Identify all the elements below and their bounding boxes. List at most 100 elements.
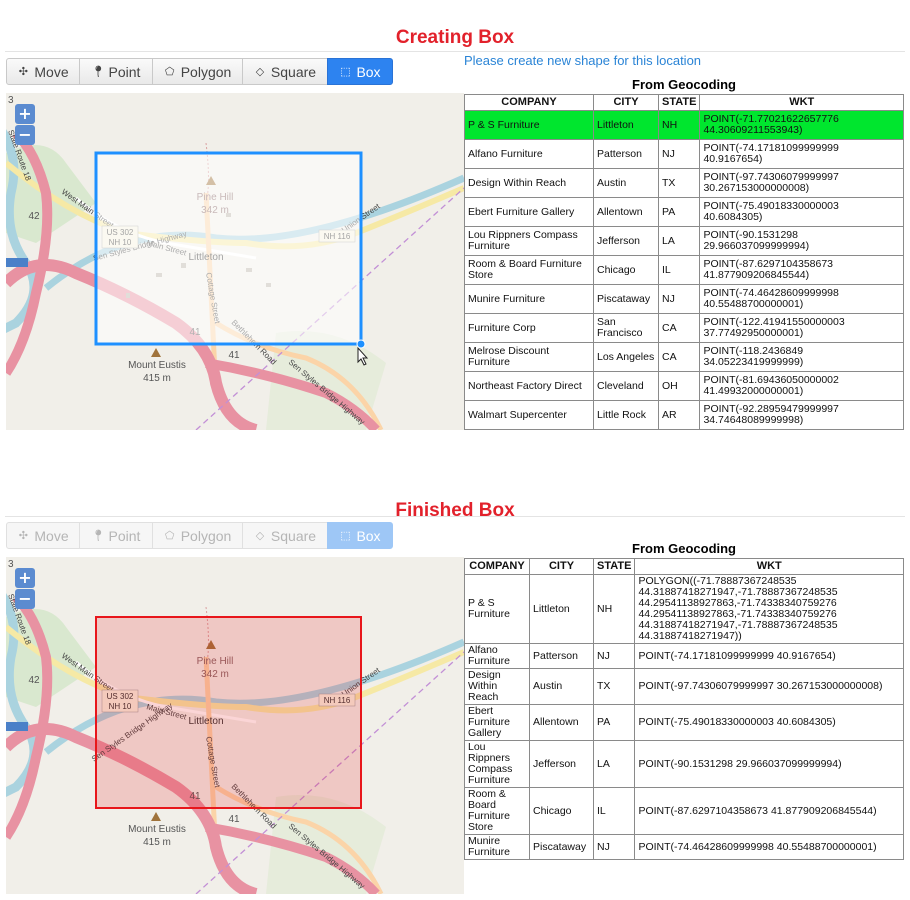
cell-company: Munire Furniture — [464, 284, 594, 314]
cell-wkt: POINT(-90.1531298 29.966037099999994) — [634, 740, 904, 788]
route-41-label-2: 41 — [228, 350, 240, 361]
col-wkt: WKT — [634, 558, 904, 575]
cell-wkt: POINT(-90.1531298 29.966037099999994) — [699, 226, 904, 256]
box-handle[interactable] — [356, 339, 366, 349]
cell-wkt: POINT(-74.17181099999999 40.9167654) — [634, 643, 904, 669]
route-3-label: 3 — [8, 95, 14, 106]
cell-city: San Francisco — [593, 313, 659, 343]
cell-city: Allentown — [593, 197, 659, 227]
cell-state: IL — [657, 255, 701, 285]
cell-city: Los Angeles — [593, 342, 659, 372]
square-icon: ◇ — [255, 66, 265, 78]
cell-city: Austin — [593, 168, 659, 198]
table-row[interactable]: Room & Board Furniture Store Chicago IL POI… — [464, 787, 904, 835]
table-row[interactable]: Design Within Reach Austin TX POINT(-97.743… — [464, 668, 904, 705]
map-view-finished[interactable]: Pine Hill 342 m Mount Eustis 415 m Littl… — [6, 557, 464, 894]
cell-state: NJ — [592, 643, 636, 669]
route-42-label: 42 — [28, 675, 40, 686]
table-row[interactable]: Ebert Furniture Gallery Allentown PA POINT(… — [464, 704, 904, 741]
col-company: COMPANY — [464, 94, 594, 111]
polygon-icon: ⬠ — [164, 66, 175, 78]
mount-eustis-label: Mount Eustis — [128, 824, 186, 835]
cell-city: Littleton — [529, 574, 594, 644]
box-button[interactable]: ⬚ Box — [327, 58, 393, 85]
cell-company: Alfano Furniture — [464, 139, 594, 169]
zoom-in-button[interactable]: + — [15, 104, 35, 124]
point-button[interactable]: 📍︎ Point — [79, 522, 153, 549]
map-tiles: Pine Hill 342 m Mount Eustis 415 m Littl… — [6, 557, 464, 894]
cell-city: Little Rock — [593, 400, 659, 430]
col-state: STATE — [592, 558, 636, 575]
cell-city: Austin — [529, 668, 594, 705]
cell-state: CA — [657, 342, 701, 372]
table-row[interactable]: Ebert Furniture Gallery Allentown PA POINT(… — [464, 197, 904, 227]
move-button[interactable]: ✣ Move — [6, 522, 80, 549]
move-button[interactable]: ✣ Move — [6, 58, 80, 85]
cell-state: NH — [592, 574, 636, 644]
divider — [5, 516, 905, 517]
zoom-out-button[interactable]: − — [15, 125, 35, 145]
cell-company: Room & Board Furniture Store — [464, 787, 530, 835]
cell-company: P & S Furniture — [464, 110, 594, 140]
table-row[interactable]: Northeast Factory Direct Cleveland OH POINT… — [464, 371, 904, 401]
point-button[interactable]: 📍︎ Point — [79, 58, 153, 85]
table-row[interactable]: Alfano Furniture Patterson NJ POINT(-74.171… — [464, 139, 904, 169]
cell-city: Littleton — [593, 110, 659, 140]
table-row[interactable]: Munire Furniture Piscataway NJ POINT(-74.46… — [464, 284, 904, 314]
route-42-label: 42 — [28, 211, 40, 222]
zoom-out-button[interactable]: − — [15, 589, 35, 609]
col-company: COMPANY — [464, 558, 530, 575]
table-row[interactable]: P & S Furniture Littleton NH POINT(-71.7702… — [464, 110, 904, 140]
square-icon: ◇ — [255, 530, 265, 542]
polygon-button[interactable]: ⬠ Polygon — [152, 58, 243, 85]
finished-box[interactable] — [95, 616, 362, 809]
table-row[interactable]: Design Within Reach Austin TX POINT(-97.743… — [464, 168, 904, 198]
cell-wkt: POINT(-74.46428609999998 40.554887000000… — [699, 284, 904, 314]
cell-city: Patterson — [593, 139, 659, 169]
mount-eustis-elevation: 415 m — [143, 837, 171, 848]
divider — [5, 51, 905, 52]
polygon-button[interactable]: ⬠ Polygon — [152, 522, 243, 549]
square-button[interactable]: ◇ Square — [242, 58, 328, 85]
cell-city: Patterson — [529, 643, 594, 669]
drawing-box[interactable] — [94, 151, 363, 346]
cell-wkt: POINT(-81.69436050000002 41.499320000000… — [699, 371, 904, 401]
col-state: STATE — [657, 94, 701, 111]
cell-city: Piscataway — [593, 284, 659, 314]
cell-wkt: POINT(-97.74306079999997 30.267153000000… — [699, 168, 904, 198]
table-row[interactable]: Alfano Furniture Patterson NJ POINT(-74.171… — [464, 643, 904, 669]
cell-company: Lou Rippners Compass Furniture — [464, 740, 530, 788]
cell-wkt: POINT(-118.2436849 34.05223419999999) — [699, 342, 904, 372]
table-row[interactable]: Munire Furniture Piscataway NJ POINT(-74.46… — [464, 834, 904, 860]
map-view[interactable]: Pine Hill 342 m Mount Eustis 415 m Littl… — [6, 93, 464, 430]
cell-wkt: POINT(-75.49018330000003 40.6084305) — [699, 197, 904, 227]
table-row[interactable]: Furniture Corp San Francisco CA POINT(-122.… — [464, 313, 904, 343]
cell-company: Room & Board Furniture Store — [464, 255, 594, 285]
table-header: COMPANY CITY STATE WKT — [464, 558, 904, 575]
table-row[interactable]: Lou Rippners Compass Furniture Jefferson L… — [464, 740, 904, 788]
cell-city: Chicago — [529, 787, 594, 835]
square-button[interactable]: ◇ Square — [242, 522, 328, 549]
cell-wkt: POINT(-92.28959479999997 34.746480899999… — [699, 400, 904, 430]
box-icon: ⬚ — [340, 530, 351, 542]
cell-state: NJ — [592, 834, 636, 860]
cell-company: Munire Furniture — [464, 834, 530, 860]
cell-city: Cleveland — [593, 371, 659, 401]
cell-wkt: POINT(-122.41941550000003 37.77492950000… — [699, 313, 904, 343]
table-row[interactable]: Melrose Discount Furniture Los Angeles CA P… — [464, 342, 904, 372]
table-row[interactable]: Room & Board Furniture Store Chicago IL POI… — [464, 255, 904, 285]
route-3-label: 3 — [8, 559, 14, 570]
cell-city: Piscataway — [529, 834, 594, 860]
table-header: COMPANY CITY STATE WKT — [464, 94, 904, 111]
draw-toolbar-disabled: ✣ Move 📍︎ Point ⬠ Polygon ◇ Square ⬚ Box — [6, 522, 393, 549]
polygon-icon: ⬠ — [164, 530, 175, 542]
zoom-in-button[interactable]: + — [15, 568, 35, 588]
cell-state: NJ — [657, 139, 701, 169]
box-button[interactable]: ⬚ Box — [327, 522, 393, 549]
table-row[interactable]: Walmart Supercenter Little Rock AR POINT(-9… — [464, 400, 904, 430]
table-row[interactable]: P & S Furniture Littleton NH POLYGON((-71.7… — [464, 574, 904, 644]
cell-company: Northeast Factory Direct — [464, 371, 594, 401]
cell-company: Design Within Reach — [464, 668, 530, 705]
cell-state: LA — [657, 226, 701, 256]
table-row[interactable]: Lou Rippners Compass Furniture Jefferson L… — [464, 226, 904, 256]
